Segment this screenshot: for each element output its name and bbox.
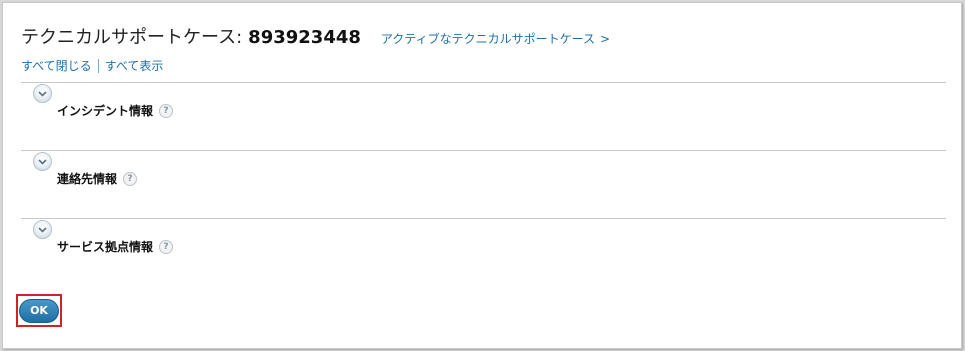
chevron-down-icon[interactable] (33, 84, 52, 103)
chevron-down-icon[interactable] (33, 220, 52, 239)
collapse-all-link[interactable]: すべて閉じる (21, 57, 92, 74)
active-cases-link[interactable]: アクティブなテクニカルサポートケース (381, 30, 595, 47)
case-number: 893923448 (248, 27, 361, 48)
section-title-contact: 連絡先情報 (57, 172, 118, 186)
section-title-incident: インシデント情報 (57, 104, 154, 118)
help-icon[interactable]: ? (123, 171, 138, 186)
page-header: テクニカルサポートケース: 893923448 アクティブなテクニカルサポートケ… (21, 23, 610, 49)
section-label: 連絡先情報 ? (57, 170, 138, 187)
section-title-service-location: サービス拠点情報 (57, 240, 154, 254)
help-icon[interactable]: ? (159, 103, 174, 118)
divider (97, 58, 99, 73)
ok-button[interactable]: OK (19, 298, 59, 323)
section-label: サービス拠点情報 ? (57, 238, 174, 255)
help-icon[interactable]: ? (159, 239, 174, 254)
section-contact-info: 連絡先情報 ? (21, 150, 946, 219)
chevron-down-icon[interactable] (33, 152, 52, 171)
section-service-location-info: サービス拠点情報 ? (21, 218, 946, 287)
section-label: インシデント情報 ? (57, 102, 174, 119)
page-title: テクニカルサポートケース: (21, 27, 243, 48)
expand-collapse-controls: すべて閉じる すべて表示 (21, 57, 163, 74)
section-incident-info: インシデント情報 ? (21, 82, 946, 151)
ok-button-highlight: OK (16, 294, 62, 327)
chevron-right-icon[interactable]: > (600, 32, 610, 46)
show-all-link[interactable]: すべて表示 (105, 57, 164, 74)
support-case-panel: テクニカルサポートケース: 893923448 アクティブなテクニカルサポートケ… (2, 2, 962, 349)
